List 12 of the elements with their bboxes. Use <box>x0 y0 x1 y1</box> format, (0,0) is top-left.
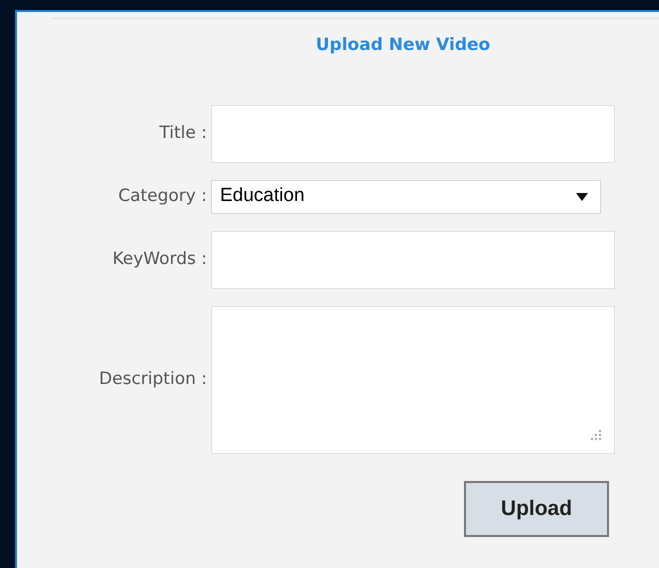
text-field[interactable] <box>211 230 615 288</box>
form-heading: Upload New Video <box>316 34 490 57</box>
text-field[interactable] <box>211 104 615 162</box>
caret-icon <box>576 192 588 200</box>
category-dropdown[interactable]: Education <box>211 180 601 214</box>
field-label: Category : <box>118 184 207 208</box>
field-label: Description : <box>99 368 207 391</box>
description-field[interactable] <box>211 306 615 454</box>
upload-button[interactable]: Upload <box>464 480 609 536</box>
field-label: Title : <box>159 122 207 145</box>
field-label: KeyWords : <box>112 248 207 271</box>
resize-handle-icon <box>588 428 602 440</box>
